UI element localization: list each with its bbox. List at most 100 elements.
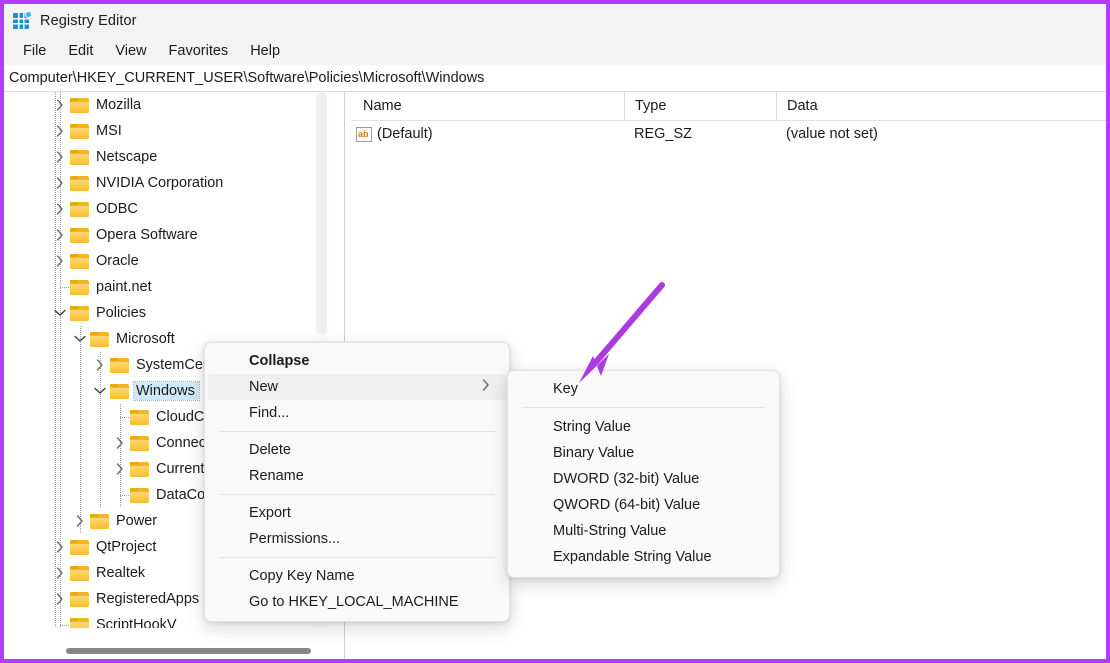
column-header-data[interactable]: Data <box>776 92 1096 120</box>
context-menu-item-label: Export <box>249 505 291 521</box>
expand-chevron[interactable] <box>50 567 70 579</box>
chevron-right-icon <box>76 515 83 527</box>
tree-item-paint-net[interactable]: paint.net <box>4 274 329 300</box>
tree-item-label: ScriptHookV <box>96 617 177 628</box>
menu-view[interactable]: View <box>104 41 157 61</box>
context-menu-item-rename[interactable]: Rename <box>205 463 509 489</box>
chevron-right-icon <box>482 379 489 391</box>
context-menu-separator <box>219 431 495 432</box>
expand-chevron[interactable] <box>90 359 110 371</box>
menu-file[interactable]: File <box>12 41 57 61</box>
expand-chevron[interactable] <box>50 255 70 267</box>
tree-item-label: RegisteredApps <box>96 591 200 607</box>
submenu-item-string-value[interactable]: String Value <box>508 414 779 440</box>
value-type-cell: REG_SZ <box>634 126 693 142</box>
tree-item-odbc[interactable]: ODBC <box>4 196 329 222</box>
collapse-chevron[interactable] <box>50 309 70 317</box>
expand-chevron[interactable] <box>50 229 70 241</box>
new-submenu[interactable]: Key String Value Binary Value DWORD (32-bit… <box>507 370 780 578</box>
context-menu-item-label: Find... <box>249 405 290 421</box>
expand-chevron[interactable] <box>50 99 70 111</box>
expand-chevron[interactable] <box>50 541 70 553</box>
tree-item-mozilla[interactable]: Mozilla <box>4 92 329 118</box>
column-header-type[interactable]: Type <box>624 92 776 120</box>
folder-icon <box>70 305 89 321</box>
folder-icon <box>70 539 89 555</box>
chevron-right-icon <box>116 463 123 475</box>
folder-icon <box>70 175 89 191</box>
expand-chevron[interactable] <box>70 515 90 527</box>
registry-path: Computer\HKEY_CURRENT_USER\Software\Poli… <box>9 70 485 86</box>
chevron-right-icon <box>56 567 63 579</box>
tree-item-label: Power <box>116 513 158 529</box>
expand-chevron[interactable] <box>110 463 130 475</box>
value-name-label: (Default) <box>377 126 433 142</box>
submenu-item-key[interactable]: Key <box>508 376 779 402</box>
submenu-item-label: Key <box>553 381 578 397</box>
context-menu-item-copy-key-name[interactable]: Copy Key Name <box>205 563 509 589</box>
submenu-item-expandable-string-value[interactable]: Expandable String Value <box>508 544 779 570</box>
tree-item-oracle[interactable]: Oracle <box>4 248 329 274</box>
tree-item-label: NVIDIA Corporation <box>96 175 224 191</box>
tree-item-policies[interactable]: Policies <box>4 300 329 326</box>
chevron-right-icon <box>56 99 63 111</box>
tree-item-label: ODBC <box>96 201 138 217</box>
menu-help[interactable]: Help <box>239 41 291 61</box>
context-menu-item-collapse[interactable]: Collapse <box>205 348 509 374</box>
folder-icon <box>70 201 89 217</box>
expand-chevron[interactable] <box>110 437 130 449</box>
registry-editor-icon <box>13 10 32 30</box>
collapse-chevron[interactable] <box>90 387 110 395</box>
value-row[interactable]: ab (Default) REG_SZ (value not set) <box>351 121 1106 147</box>
tree-vertical-scroll-thumb[interactable] <box>316 92 327 335</box>
menu-edit[interactable]: Edit <box>57 41 104 61</box>
tree-item-netscape[interactable]: Netscape <box>4 144 329 170</box>
chevron-right-icon <box>56 255 63 267</box>
value-name-cell: ab (Default) <box>351 126 624 142</box>
folder-icon <box>70 591 89 607</box>
menu-favorites[interactable]: Favorites <box>158 41 240 61</box>
tree-item-nvidia-corporation[interactable]: NVIDIA Corporation <box>4 170 329 196</box>
expand-chevron[interactable] <box>50 177 70 189</box>
expand-chevron[interactable] <box>50 203 70 215</box>
folder-icon <box>70 617 89 628</box>
collapse-chevron[interactable] <box>70 335 90 343</box>
expand-chevron[interactable] <box>50 151 70 163</box>
chevron-right-icon <box>116 437 123 449</box>
chevron-right-icon <box>56 203 63 215</box>
tree-item-msi[interactable]: MSI <box>4 118 329 144</box>
folder-icon <box>70 227 89 243</box>
folder-icon <box>90 331 109 347</box>
submenu-item-label: String Value <box>553 419 631 435</box>
folder-icon <box>130 487 149 503</box>
context-menu-item-delete[interactable]: Delete <box>205 437 509 463</box>
context-menu-item-go-to-hkey-local-machine[interactable]: Go to HKEY_LOCAL_MACHINE <box>205 589 509 615</box>
context-menu[interactable]: Collapse New Find... Delete Rename Export Perm… <box>204 342 510 622</box>
folder-icon <box>70 279 89 295</box>
address-bar[interactable]: Computer\HKEY_CURRENT_USER\Software\Poli… <box>4 65 1106 92</box>
expand-chevron[interactable] <box>50 593 70 605</box>
tree-item-label: Oracle <box>96 253 139 269</box>
folder-icon <box>110 383 129 399</box>
folder-icon <box>70 123 89 139</box>
column-header-name[interactable]: Name <box>351 92 624 120</box>
submenu-item-binary-value[interactable]: Binary Value <box>508 440 779 466</box>
submenu-item-multi-string-value[interactable]: Multi-String Value <box>508 518 779 544</box>
expand-chevron[interactable] <box>50 125 70 137</box>
submenu-item-qword-64-bit-value[interactable]: QWORD (64-bit) Value <box>508 492 779 518</box>
submenu-item-label: QWORD (64-bit) Value <box>553 497 701 513</box>
tree-horizontal-scrollbar[interactable] <box>4 643 329 659</box>
chevron-right-icon <box>96 359 103 371</box>
context-menu-item-find[interactable]: Find... <box>205 400 509 426</box>
submenu-item-dword-32-bit-value[interactable]: DWORD (32-bit) Value <box>508 466 779 492</box>
context-menu-item-permissions[interactable]: Permissions... <box>205 526 509 552</box>
tree-horizontal-scroll-thumb[interactable] <box>66 648 311 654</box>
folder-icon <box>130 435 149 451</box>
tree-item-opera-software[interactable]: Opera Software <box>4 222 329 248</box>
string-value-icon: ab <box>356 126 372 142</box>
title-bar: Registry Editor <box>4 4 1106 37</box>
context-menu-item-new[interactable]: New <box>208 374 506 400</box>
context-menu-separator <box>219 494 495 495</box>
context-menu-item-export[interactable]: Export <box>205 500 509 526</box>
tree-item-label: MSI <box>96 123 122 139</box>
